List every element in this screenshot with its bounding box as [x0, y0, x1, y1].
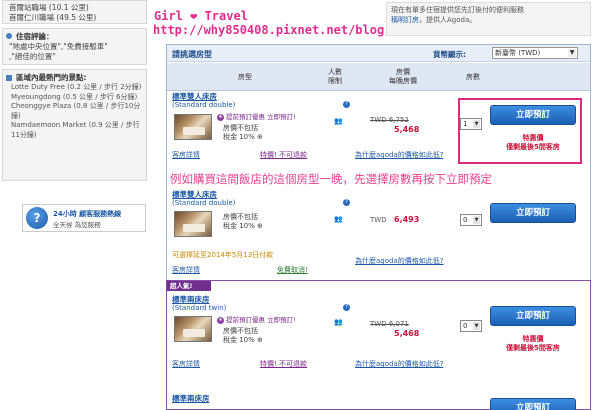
book-now-button[interactable]: 立即預訂 [490, 306, 576, 326]
rooms-title: 請挑選房型 [172, 50, 212, 59]
free-cancel-link[interactable]: 免費取消! [277, 266, 308, 275]
promo-label: ★ 提前預訂優惠 立即預訂! [217, 113, 296, 122]
currency-value: 新臺幣 (TWD) [495, 49, 541, 57]
why-cheap-link[interactable]: 為什麼agoda的價格如此低? [355, 151, 455, 160]
support-subtitle: 全天候 為您服務 [53, 221, 101, 229]
review-quote: ,"絕佳的位置" [9, 52, 56, 61]
transport-box: 首爾站職場 (10.1 公里) 首爾仁川職場 (49.5 公里) [2, 0, 147, 24]
room-name-en: (Standard double) [172, 199, 236, 207]
room-qty-select[interactable]: 0 ▼ [460, 214, 482, 226]
blog-url: http://why850408.pixnet.net/blog [153, 23, 385, 37]
landmark-item: Lotte Duty Free (0.2 公里 / 步行 2分鐘) [11, 83, 142, 91]
currency-label: 貨幣顯示: [433, 50, 466, 59]
info-icon[interactable]: ? [343, 101, 350, 108]
landmark-item: Namdaemoon Market (0.9 公里 / 步行11分鐘) [11, 121, 140, 139]
promo-icon: ★ [217, 114, 224, 121]
room-details-link[interactable]: 客房詳情 [172, 266, 200, 275]
price-currency: TWD [370, 216, 387, 224]
support-widget[interactable]: ? 24小時 顧客服務熱線 全天候 為您服務 [22, 204, 146, 232]
rooms-header: 請挑選房型 貨幣顯示: 新臺幣 (TWD) ▼ [167, 45, 590, 62]
room-qty-select[interactable]: 0 ▼ [460, 320, 482, 332]
help-icon: ? [26, 207, 48, 229]
room-photo[interactable] [174, 316, 212, 342]
info-icon[interactable]: ? [343, 199, 350, 206]
blog-title: Girl ❤ Travel [154, 9, 248, 23]
sidebar: 首爾站職場 (10.1 公里) 首爾仁川職場 (49.5 公里) 住宿評論： "… [0, 0, 150, 410]
discount-price: 5,468 [394, 125, 420, 134]
landmark-icon [5, 74, 13, 82]
rooms-left-note: 僅剩最後5間客房 [506, 344, 560, 352]
review-quote: "地處中央位置","免費接駁車" [9, 42, 108, 51]
notice-line: 現在有單多住宿提供您先訂後付的便利服務 [391, 6, 524, 14]
notice-line: ，提供人Agoda。 [419, 16, 477, 24]
promo-text: 提前預訂優惠 立即預訂! [226, 316, 296, 324]
special-price-note: 特惠價 [522, 335, 544, 343]
transport-line: 首爾仁川職場 (49.5 公里) [9, 13, 97, 22]
annotation-text: 例如購買這間飯店的這個房型一晚，先選擇房數再按下立即預定 [170, 172, 492, 186]
room-name-en: (Standard twin) [172, 304, 227, 312]
chevron-down-icon: ▼ [568, 49, 576, 57]
reviews-title: 住宿評論： [16, 32, 54, 41]
popular-badge: 超人氣! [167, 281, 211, 291]
room-photo[interactable] [174, 114, 212, 140]
tax-rate: 稅金 10% ⊕ [223, 222, 263, 230]
column-header: 房型 人數 限制 房價 每晚房價 房數 [167, 63, 590, 91]
landmark-item: Cheonggye Plaza (0.8 公里 / 步行10分鐘) [11, 102, 141, 120]
pay-later-label: 可選擇延至2014年5月13日付款 [172, 251, 274, 259]
special-nonrefund-link[interactable]: 特價! 不可退款 [260, 360, 307, 369]
room-photo[interactable] [174, 211, 212, 237]
tax-note: 房價不包括 [223, 327, 258, 335]
chevron-down-icon: ▼ [473, 322, 480, 330]
why-cheap-link[interactable]: 為什麼agoda的價格如此低? [355, 360, 455, 369]
chevron-down-icon: ▼ [473, 216, 480, 224]
promo-label: ★ 提前預訂優惠 立即預訂! [217, 316, 296, 325]
room-name-link[interactable]: 標準雙人床房 [172, 92, 217, 101]
discount-price: 5,468 [394, 329, 420, 338]
room-name-link[interactable]: 標準兩床房 [172, 394, 210, 403]
transport-line: 首爾站職場 (10.1 公里) [9, 3, 89, 12]
tax-rate: 稅金 10% ⊕ [223, 133, 263, 141]
col-occupancy: 人數 限制 [328, 68, 342, 85]
col-qty: 房數 [466, 72, 480, 81]
book-now-button[interactable]: 立即預訂 [490, 398, 576, 410]
special-nonrefund-link[interactable]: 特價! 不可退款 [260, 151, 307, 160]
book-now-button[interactable]: 立即預訂 [490, 203, 576, 223]
original-price: TWD 6,071 [370, 320, 409, 328]
landmarks-title: 區域內最熱門的景點: [16, 73, 87, 82]
two-people-icon: 👥 [334, 215, 343, 223]
room-name-link[interactable]: 標準雙人床房 [172, 190, 217, 199]
highlight-box [458, 98, 582, 164]
room-details-link[interactable]: 客房詳情 [172, 151, 200, 160]
landmarks-heading: 區域內最熱門的景點: [3, 72, 146, 83]
support-hours: 24小時 顧客服務熱線 [53, 210, 122, 218]
room-price: 6,493 [394, 215, 420, 224]
landmark-item: Myeoungdong (0.5 公里 / 步行 6分鐘) [11, 92, 138, 101]
reviews-heading: 住宿評論： [3, 31, 146, 42]
page: 首爾站職場 (10.1 公里) 首爾仁川職場 (49.5 公里) 住宿評論： "… [0, 0, 600, 410]
tax-note: 房價不包括 [223, 124, 258, 132]
promo-icon: ★ [217, 317, 224, 324]
col-room-type: 房型 [238, 72, 252, 81]
tax-note: 房價不包括 [223, 213, 258, 221]
info-icon[interactable]: ? [343, 304, 350, 311]
pin-icon [5, 32, 13, 41]
room-name-en: (Standard double) [172, 101, 236, 109]
room-details-link[interactable]: 客房詳情 [172, 360, 200, 369]
two-people-icon: 👥 [334, 117, 343, 125]
landmarks-box: 區域內最熱門的景點: Lotte Duty Free (0.2 公里 / 步行 … [2, 69, 147, 181]
promo-text: 提前預訂優惠 立即預訂! [226, 113, 296, 121]
pay-later-notice: 現在有單多住宿提供您先訂後付的便利服務 稱明訂房，提供人Agoda。 [386, 2, 591, 36]
room-name-link[interactable]: 標準兩床房 [172, 295, 210, 304]
tax-rate: 稅金 10% ⊕ [223, 336, 263, 344]
notice-link[interactable]: 稱明訂房 [391, 16, 419, 24]
two-people-icon: 👥 [334, 318, 343, 326]
why-cheap-link[interactable]: 為什麼agoda的價格如此低? [355, 257, 455, 266]
currency-select[interactable]: 新臺幣 (TWD) ▼ [492, 47, 578, 59]
original-price: TWD 6,752 [370, 116, 409, 124]
col-price: 房價 每晚房價 [389, 68, 417, 85]
reviews-box: 住宿評論： "地處中央位置","免費接駁車" ,"絕佳的位置" [2, 28, 147, 65]
